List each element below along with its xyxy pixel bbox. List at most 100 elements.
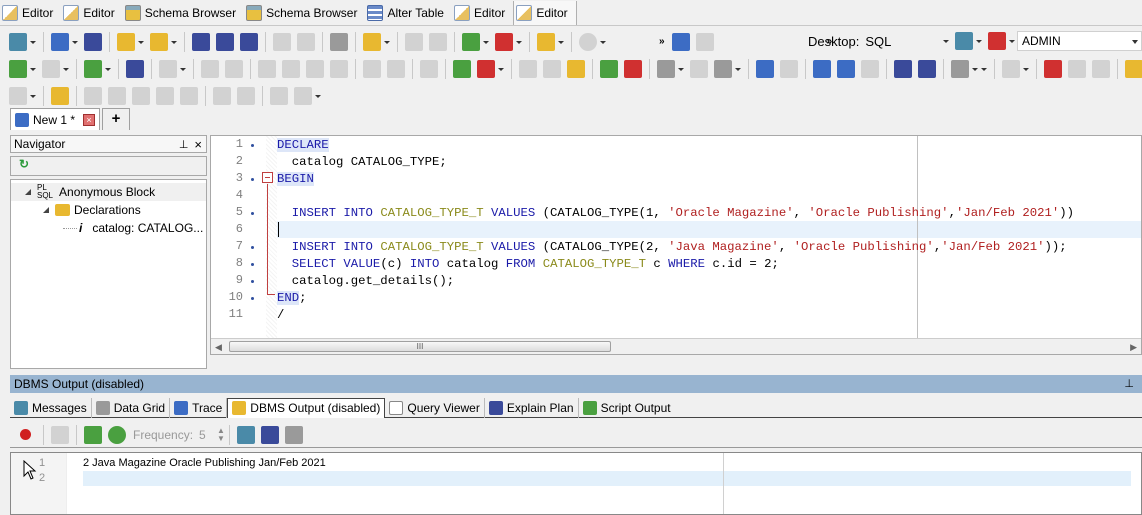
copy-output-icon[interactable] [236, 425, 255, 444]
prev-bookmark-icon[interactable] [1092, 59, 1110, 78]
save-all-icon[interactable] [240, 32, 258, 51]
expanded-triangle-icon[interactable] [25, 189, 31, 195]
delete-desktop-icon[interactable] [988, 32, 1007, 50]
save-as-icon[interactable] [216, 32, 234, 51]
chevron-down-icon[interactable] [972, 60, 978, 78]
window-tab-editor-active[interactable]: Editor [513, 0, 577, 25]
paste-icon[interactable] [567, 59, 585, 78]
window-tab-alter-table[interactable]: Alter Table [365, 1, 451, 25]
close-icon[interactable]: × [194, 137, 202, 152]
chevron-down-icon[interactable] [558, 33, 564, 51]
disconnect-icon[interactable] [84, 32, 102, 51]
connection-select[interactable]: ADMIN [1017, 31, 1142, 51]
commit-icon[interactable] [453, 59, 471, 78]
document-icon[interactable] [237, 86, 255, 105]
chevron-down-icon[interactable] [1023, 60, 1029, 78]
explain-plan-icon[interactable] [126, 59, 144, 78]
run-icon[interactable] [9, 86, 27, 105]
print-icon[interactable] [330, 32, 348, 51]
gear-icon[interactable] [51, 86, 69, 105]
spinner-arrows-icon[interactable]: ▲ ▼ [217, 426, 225, 443]
edit-icon[interactable] [1125, 59, 1142, 78]
template-icon[interactable] [429, 32, 447, 51]
chevron-down-icon[interactable] [483, 33, 489, 51]
toggle-bookmark-icon[interactable] [1044, 59, 1062, 78]
navigate-icon[interactable] [579, 32, 597, 51]
chevron-down-icon[interactable] [678, 60, 684, 78]
chevron-down-icon[interactable] [63, 60, 69, 78]
tab-dbms-output[interactable]: DBMS Output (disabled) [227, 397, 386, 418]
tab-messages[interactable]: Messages [10, 397, 92, 418]
sync-icon[interactable] [297, 32, 315, 51]
desktop-selector[interactable]: Desktop: SQL [796, 30, 1018, 52]
close-tab-icon[interactable]: × [83, 113, 96, 126]
record-icon[interactable] [20, 429, 31, 440]
cut-icon[interactable] [519, 59, 537, 78]
chevron-down-icon[interactable] [72, 33, 78, 51]
window-tab-editor-3[interactable]: Editor [452, 1, 513, 25]
dbms-output-text-area[interactable]: 1 2 2 Java Magazine Oracle Publishing Ja… [10, 452, 1142, 515]
lowercase-icon[interactable] [837, 59, 855, 78]
stop-icon[interactable] [42, 59, 60, 78]
comment-icon[interactable] [537, 32, 555, 51]
chevron-down-icon[interactable] [976, 32, 983, 50]
timer-icon[interactable] [108, 425, 126, 444]
select-all-icon[interactable] [600, 59, 618, 78]
uppercase-icon[interactable] [813, 59, 831, 78]
chevron-down-icon[interactable] [180, 60, 186, 78]
open-folder-icon[interactable] [117, 32, 135, 51]
search-db-icon[interactable] [695, 32, 714, 51]
overflow-chevron-icon[interactable]: » [659, 36, 665, 47]
tree-node-catalog[interactable]: i catalog: CATALOG... [11, 219, 206, 237]
object-edit-icon[interactable] [132, 86, 150, 105]
chevron-down-icon[interactable] [30, 33, 36, 51]
format-code-icon[interactable] [951, 59, 969, 78]
pin-icon[interactable]: ⊥ [179, 138, 189, 151]
chevron-down-icon[interactable] [138, 33, 144, 51]
query-builder-icon[interactable] [671, 32, 690, 51]
rollback-icon[interactable] [477, 59, 495, 78]
object-export-icon[interactable] [180, 86, 198, 105]
desktop-value[interactable]: SQL [865, 34, 943, 49]
outdent-icon[interactable] [894, 59, 912, 78]
horizontal-scrollbar[interactable]: ◀ III ▶ [211, 338, 1141, 354]
object-icon[interactable] [84, 86, 102, 105]
clear-icon[interactable] [624, 59, 642, 78]
code-analysis-icon[interactable] [363, 32, 381, 51]
watch-icon[interactable] [387, 59, 405, 78]
chevron-down-icon[interactable] [981, 60, 987, 78]
tab-data-grid[interactable]: Data Grid [92, 397, 171, 418]
scrollbar-thumb[interactable]: III [229, 341, 611, 352]
execute-script-icon[interactable] [84, 59, 102, 78]
object-save-icon[interactable] [156, 86, 174, 105]
run-to-cursor-icon[interactable] [330, 59, 348, 78]
tab-explain-plan[interactable]: Explain Plan [485, 397, 579, 418]
scatter-icon[interactable] [159, 59, 177, 78]
window-tab-schema-browser-1[interactable]: Schema Browser [123, 1, 244, 25]
tab-query-viewer[interactable]: Query Viewer [385, 397, 485, 418]
tree-node-declarations[interactable]: Declarations [11, 201, 206, 219]
chevron-down-icon[interactable] [735, 60, 741, 78]
chevron-down-icon[interactable] [315, 87, 321, 105]
variables-icon[interactable] [225, 59, 243, 78]
window-tab-editor-2[interactable]: Editor [61, 1, 122, 25]
tab-script-output[interactable]: Script Output [579, 398, 675, 418]
refresh-icon[interactable]: ↻ [19, 157, 29, 171]
undo-icon[interactable] [756, 59, 774, 78]
chevron-down-icon[interactable] [943, 32, 950, 50]
find-next-icon[interactable] [690, 59, 708, 78]
stack-icon[interactable] [420, 59, 438, 78]
sql-editor[interactable]: 1 2 3 4 5 6 7 8 9 10 11 DECLARE catalog CATALOG_TY… [210, 135, 1142, 355]
remove-snippet-icon[interactable] [495, 32, 513, 51]
new-sql-icon[interactable] [51, 32, 69, 51]
chevron-down-icon[interactable] [105, 60, 111, 78]
open-database-icon[interactable] [150, 32, 168, 51]
redo-icon[interactable] [780, 59, 798, 78]
fold-collapse-icon[interactable] [262, 172, 273, 183]
link-icon[interactable] [270, 86, 288, 105]
chevron-down-icon[interactable] [30, 87, 36, 105]
breakpoint-icon[interactable] [363, 59, 381, 78]
tab-trace[interactable]: Trace [170, 397, 228, 418]
comment-block-icon[interactable] [1002, 59, 1020, 78]
chevron-down-icon[interactable] [171, 33, 177, 51]
